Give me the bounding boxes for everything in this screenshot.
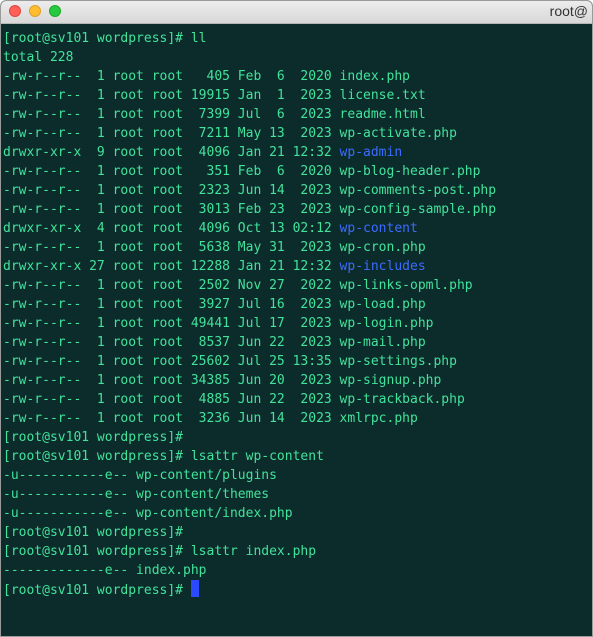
output-line: -------------e-- index.php (3, 561, 592, 580)
prompt-line: [root@sv101 wordpress]# lsattr index.php (3, 542, 592, 561)
zoom-window-button[interactable] (49, 5, 61, 17)
prompt-line: [root@sv101 wordpress]# ll (3, 29, 592, 48)
file-listing-row: -rw-r--r-- 1 root root 34385 Jun 20 2023… (3, 371, 592, 390)
file-name: wp-mail.php (339, 335, 426, 350)
listing-attributes: drwxr-xr-x 4 root root 4096 Oct 13 02:12 (3, 221, 340, 236)
file-listing-row: -rw-r--r-- 1 root root 2323 Jun 14 2023 … (3, 181, 592, 200)
file-name: wp-comments-post.php (339, 183, 497, 198)
file-name: wp-activate.php (339, 126, 457, 141)
file-listing-row: -rw-r--r-- 1 root root 25602 Jul 25 13:3… (3, 352, 592, 371)
prompt-line: [root@sv101 wordpress]# (3, 523, 592, 542)
file-listing-row: -rw-r--r-- 1 root root 49441 Jul 17 2023… (3, 314, 592, 333)
prompt-text: [root@sv101 wordpress]# lsattr index.php (3, 544, 317, 559)
output-line: total 228 (3, 48, 592, 67)
file-listing-row: -rw-r--r-- 1 root root 2502 Nov 27 2022 … (3, 276, 592, 295)
listing-attributes: -rw-r--r-- 1 root root 4885 Jun 22 2023 (3, 392, 340, 407)
terminal-window: root@ [root@sv101 wordpress]# ll total 22… (0, 0, 593, 637)
file-name: wp-login.php (339, 316, 434, 331)
file-name: xmlrpc.php (339, 411, 418, 426)
listing-attributes: -rw-r--r-- 1 root root 19915 Jan 1 2023 (3, 88, 340, 103)
file-listing-row: -rw-r--r-- 1 root root 7211 May 13 2023 … (3, 124, 592, 143)
directory-listing-row: drwxr-xr-x 4 root root 4096 Oct 13 02:12… (3, 219, 592, 238)
listing-attributes: -rw-r--r-- 1 root root 3927 Jul 16 2023 (3, 297, 340, 312)
file-listing-row: -rw-r--r-- 1 root root 351 Feb 6 2020 wp… (3, 162, 592, 181)
prompt-text: [root@sv101 wordpress]# lsattr wp-conten… (3, 449, 324, 464)
file-listing-row: -rw-r--r-- 1 root root 3013 Feb 23 2023 … (3, 200, 592, 219)
directory-listing-row: drwxr-xr-x 9 root root 4096 Jan 21 12:32… (3, 143, 592, 162)
listing-attributes: -rw-r--r-- 1 root root 8537 Jun 22 2023 (3, 335, 340, 350)
file-name: license.txt (339, 88, 426, 103)
file-name: wp-links-opml.php (339, 278, 473, 293)
directory-name: wp-content (339, 221, 418, 236)
close-window-button[interactable] (9, 5, 21, 17)
prompt-text: [root@sv101 wordpress]# (3, 430, 184, 445)
listing-attributes: -rw-r--r-- 1 root root 2323 Jun 14 2023 (3, 183, 340, 198)
file-listing-row: -rw-r--r-- 1 root root 5638 May 31 2023 … (3, 238, 592, 257)
output-line: -u-----------e-- wp-content/themes (3, 485, 592, 504)
directory-name: wp-includes (339, 259, 426, 274)
listing-attributes: -rw-r--r-- 1 root root 351 Feb 6 2020 (3, 164, 340, 179)
file-listing-row: -rw-r--r-- 1 root root 3927 Jul 16 2023 … (3, 295, 592, 314)
output-text: -u-----------e-- wp-content/index.php (3, 506, 293, 521)
file-name: wp-settings.php (339, 354, 457, 369)
file-name: readme.html (339, 107, 426, 122)
file-listing-row: -rw-r--r-- 1 root root 4885 Jun 22 2023 … (3, 390, 592, 409)
listing-attributes: -rw-r--r-- 1 root root 3013 Feb 23 2023 (3, 202, 340, 217)
prompt-text: [root@sv101 wordpress]# (3, 583, 191, 598)
output-text: -------------e-- index.php (3, 563, 207, 578)
listing-attributes: drwxr-xr-x 9 root root 4096 Jan 21 12:32 (3, 145, 340, 160)
file-name: wp-cron.php (339, 240, 426, 255)
file-name: wp-load.php (339, 297, 426, 312)
listing-attributes: -rw-r--r-- 1 root root 49441 Jul 17 2023 (3, 316, 340, 331)
window-title: root@ (549, 3, 588, 19)
terminal-output[interactable]: [root@sv101 wordpress]# ll total 228 -rw-r… (1, 24, 592, 636)
title-bar: root@ (1, 1, 592, 24)
listing-attributes: -rw-r--r-- 1 root root 3236 Jun 14 2023 (3, 411, 340, 426)
file-name: wp-blog-header.php (339, 164, 481, 179)
prompt-line: [root@sv101 wordpress]# lsattr wp-conten… (3, 447, 592, 466)
listing-attributes: -rw-r--r-- 1 root root 405 Feb 6 2020 (3, 69, 340, 84)
file-name: index.php (339, 69, 410, 84)
prompt-line: [root@sv101 wordpress]# (3, 580, 592, 599)
output-text: total 228 (3, 50, 74, 65)
listing-attributes: -rw-r--r-- 1 root root 7399 Jul 6 2023 (3, 107, 340, 122)
text-cursor (190, 580, 199, 597)
listing-attributes: -rw-r--r-- 1 root root 25602 Jul 25 13:3… (3, 354, 340, 369)
file-listing-row: -rw-r--r-- 1 root root 19915 Jan 1 2023 … (3, 86, 592, 105)
listing-attributes: drwxr-xr-x 27 root root 12288 Jan 21 12:… (3, 259, 340, 274)
file-listing-row: -rw-r--r-- 1 root root 8537 Jun 22 2023 … (3, 333, 592, 352)
file-name: wp-trackback.php (339, 392, 465, 407)
listing-attributes: -rw-r--r-- 1 root root 5638 May 31 2023 (3, 240, 340, 255)
directory-name: wp-admin (339, 145, 403, 160)
directory-listing-row: drwxr-xr-x 27 root root 12288 Jan 21 12:… (3, 257, 592, 276)
minimize-window-button[interactable] (29, 5, 41, 17)
file-name: wp-config-sample.php (339, 202, 497, 217)
output-line: -u-----------e-- wp-content/plugins (3, 466, 592, 485)
output-line: -u-----------e-- wp-content/index.php (3, 504, 592, 523)
prompt-line: [root@sv101 wordpress]# (3, 428, 592, 447)
listing-attributes: -rw-r--r-- 1 root root 34385 Jun 20 2023 (3, 373, 340, 388)
file-listing-row: -rw-r--r-- 1 root root 3236 Jun 14 2023 … (3, 409, 592, 428)
output-text: -u-----------e-- wp-content/plugins (3, 468, 277, 483)
prompt-text: [root@sv101 wordpress]# ll (3, 31, 207, 46)
listing-attributes: -rw-r--r-- 1 root root 2502 Nov 27 2022 (3, 278, 340, 293)
output-text: -u-----------e-- wp-content/themes (3, 487, 270, 502)
file-listing-row: -rw-r--r-- 1 root root 405 Feb 6 2020 in… (3, 67, 592, 86)
file-listing-row: -rw-r--r-- 1 root root 7399 Jul 6 2023 r… (3, 105, 592, 124)
listing-attributes: -rw-r--r-- 1 root root 7211 May 13 2023 (3, 126, 340, 141)
file-name: wp-signup.php (339, 373, 442, 388)
prompt-text: [root@sv101 wordpress]# (3, 525, 184, 540)
